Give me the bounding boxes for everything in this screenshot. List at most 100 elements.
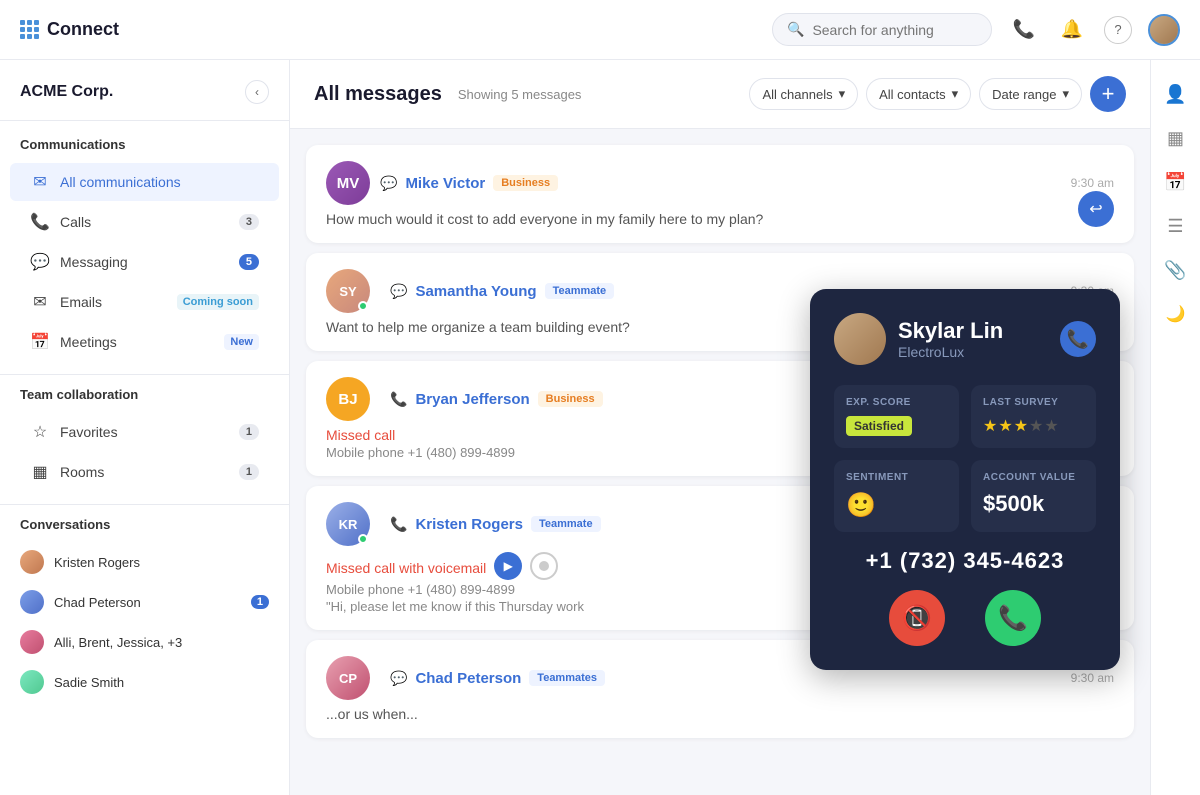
call-contact-company: ElectroLux <box>898 344 1003 360</box>
team-collaboration-label: Team collaboration <box>0 387 289 412</box>
rail-icon-calendar[interactable]: 📅 <box>1158 164 1194 200</box>
content-subtitle: Showing 5 messages <box>458 87 582 102</box>
rail-icon-person[interactable]: 👤 <box>1158 76 1194 112</box>
filter-channels[interactable]: All channels ▾ <box>749 78 858 110</box>
msg-tag-mike-victor: Business <box>493 175 558 191</box>
channel-icon-sy: 💬 <box>390 283 407 300</box>
convo-item-alli[interactable]: Alli, Brent, Jessica, +3 <box>0 622 289 662</box>
topnav-icons: 📞 🔔 ? <box>1008 14 1180 46</box>
convo-item-kristen[interactable]: Kristen Rogers <box>0 542 289 582</box>
conversations-label: Conversations <box>0 517 289 542</box>
messaging-icon: 💬 <box>30 252 50 272</box>
convo-avatar-sadie <box>20 670 44 694</box>
avatar-bryan-jefferson: BJ <box>326 377 370 421</box>
decline-call-button[interactable]: 📵 <box>889 590 945 646</box>
help-icon[interactable]: ? <box>1104 16 1132 44</box>
main-layout: ACME Corp. ‹ Communications ✉ All commun… <box>0 60 1200 795</box>
msg-name-bryan: Bryan Jefferson <box>415 391 529 408</box>
filter-contacts[interactable]: All contacts ▾ <box>866 78 971 110</box>
rail-icon-attach[interactable]: 📎 <box>1158 252 1194 288</box>
reply-button-mike-victor[interactable]: ↩ <box>1078 191 1114 227</box>
msg-name-chad: Chad Peterson <box>415 670 521 687</box>
exp-score-value: Satisfied <box>846 416 912 436</box>
survey-stars: ★★★★★ <box>983 416 1084 436</box>
incoming-call-overlay: Skylar Lin ElectroLux 📞 EXP. SCORE Satis… <box>810 289 1120 670</box>
favorites-badge: 1 <box>239 424 259 440</box>
user-avatar[interactable] <box>1148 14 1180 46</box>
sentiment-label: SENTIMENT <box>846 472 947 483</box>
emails-label: Emails <box>60 294 167 310</box>
sidebar-item-favorites[interactable]: ☆ Favorites 1 <box>10 413 279 451</box>
favorites-icon: ☆ <box>30 422 50 442</box>
last-survey-label: LAST SURVEY <box>983 397 1084 408</box>
online-indicator-samantha <box>358 301 368 311</box>
filter-daterange[interactable]: Date range ▾ <box>979 78 1082 110</box>
sidebar-item-meetings[interactable]: 📅 Meetings New <box>10 323 279 361</box>
favorites-label: Favorites <box>60 424 229 440</box>
sidebar-item-messaging[interactable]: 💬 Messaging 5 <box>10 243 279 281</box>
grid-icon <box>20 20 39 39</box>
content-area: All messages Showing 5 messages All chan… <box>290 60 1150 795</box>
meetings-icon: 📅 <box>30 332 50 352</box>
convo-item-sadie[interactable]: Sadie Smith <box>0 662 289 702</box>
msg-text-chad: ...or us when... <box>326 706 1114 722</box>
call-phone-icon-btn[interactable]: 📞 <box>1060 321 1096 357</box>
search-bar[interactable]: 🔍 <box>772 13 992 46</box>
record-button[interactable] <box>530 552 558 580</box>
play-voicemail-button[interactable]: ▶ <box>494 552 522 580</box>
msg-time-mike-victor: 9:30 am <box>1071 176 1114 190</box>
app-logo: Connect <box>20 19 119 40</box>
convo-badge-chad: 1 <box>251 595 269 609</box>
communications-section-label: Communications <box>0 137 289 162</box>
message-card-mike-victor[interactable]: MV 💬 Mike Victor Business 9:30 am How mu… <box>306 145 1134 243</box>
search-icon: 🔍 <box>787 21 804 38</box>
stat-sentiment: SENTIMENT 🙂 <box>834 460 959 532</box>
sidebar-item-all-communications[interactable]: ✉ All communications <box>10 163 279 201</box>
add-message-button[interactable]: + <box>1090 76 1126 112</box>
call-stats: EXP. SCORE Satisfied LAST SURVEY ★★★★★ S… <box>834 385 1096 532</box>
avatar-mike-victor: MV <box>326 161 370 205</box>
content-title: All messages <box>314 83 442 106</box>
stat-exp-score: EXP. SCORE Satisfied <box>834 385 959 448</box>
msg-name-mike-victor: Mike Victor <box>405 175 485 192</box>
rail-icon-moon[interactable]: 🌙 <box>1158 296 1194 332</box>
all-communications-icon: ✉ <box>30 172 50 192</box>
all-communications-label: All communications <box>60 174 259 190</box>
emails-icon: ✉ <box>30 292 50 312</box>
rail-icon-list[interactable]: ☰ <box>1158 208 1194 244</box>
accept-call-button[interactable]: 📞 <box>985 590 1041 646</box>
emails-badge: Coming soon <box>177 294 259 310</box>
sentiment-emoji: 🙂 <box>846 492 876 519</box>
avatar-chad-peterson: CP <box>326 656 370 700</box>
convo-item-chad[interactable]: Chad Peterson 1 <box>0 582 289 622</box>
msg-text-mike-victor: How much would it cost to add everyone i… <box>326 211 1114 227</box>
account-value: $500k <box>983 491 1044 516</box>
sidebar-item-calls[interactable]: 📞 Calls 3 <box>10 203 279 241</box>
call-contact-name: Skylar Lin <box>898 318 1003 344</box>
msg-tag-chad: Teammates <box>529 670 605 686</box>
sidebar-item-rooms[interactable]: ▦ Rooms 1 <box>10 453 279 491</box>
meetings-label: Meetings <box>60 334 214 350</box>
msg-tag-kristen: Teammate <box>531 516 601 532</box>
collapse-sidebar-button[interactable]: ‹ <box>245 80 269 104</box>
channel-icon-mv: 💬 <box>380 175 397 192</box>
convo-avatar-kristen <box>20 550 44 574</box>
search-input[interactable] <box>812 22 977 38</box>
notifications-icon[interactable]: 🔔 <box>1056 14 1088 46</box>
convo-name-kristen: Kristen Rogers <box>54 555 269 570</box>
convo-avatar-alli <box>20 630 44 654</box>
rooms-badge: 1 <box>239 464 259 480</box>
phone-icon[interactable]: 📞 <box>1008 14 1040 46</box>
topnav: Connect 🔍 📞 🔔 ? <box>0 0 1200 60</box>
convo-avatar-chad <box>20 590 44 614</box>
app-title: Connect <box>47 19 119 40</box>
convo-name-chad: Chad Peterson <box>54 595 241 610</box>
convo-name-alli: Alli, Brent, Jessica, +3 <box>54 635 269 650</box>
messages-area: MV 💬 Mike Victor Business 9:30 am How mu… <box>290 129 1150 795</box>
sidebar-item-emails[interactable]: ✉ Emails Coming soon <box>10 283 279 321</box>
account-value-label: ACCOUNT VALUE <box>983 472 1084 483</box>
rooms-label: Rooms <box>60 464 229 480</box>
rail-icon-grid[interactable]: ▦ <box>1158 120 1194 156</box>
messaging-badge: 5 <box>239 254 259 270</box>
messaging-label: Messaging <box>60 254 229 270</box>
